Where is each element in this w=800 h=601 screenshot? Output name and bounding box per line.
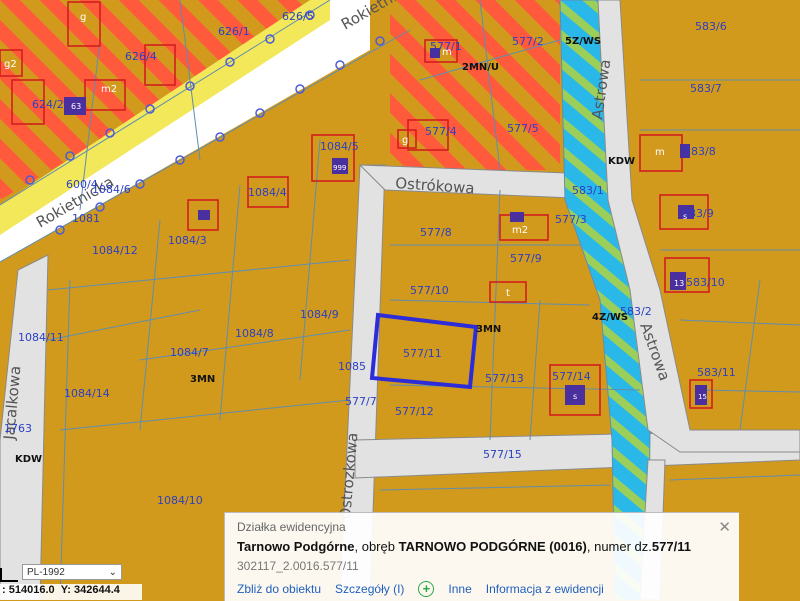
coord-x: 514016.0 <box>8 584 55 596</box>
svg-text:KDW: KDW <box>15 454 42 465</box>
svg-text:15: 15 <box>698 393 707 401</box>
svg-text:1084/4: 1084/4 <box>248 186 287 199</box>
svg-text:577/11: 577/11 <box>403 347 442 360</box>
svg-text:583/1: 583/1 <box>572 184 604 197</box>
svg-text:1085: 1085 <box>338 360 366 373</box>
crs-value: PL-1992 <box>27 566 65 578</box>
other-link[interactable]: Inne <box>448 582 471 596</box>
zoom-to-object-link[interactable]: Zbliż do obiektu <box>237 582 321 596</box>
svg-text:1084/3: 1084/3 <box>168 234 207 247</box>
svg-text:4Z/WS: 4Z/WS <box>592 312 628 323</box>
svg-text:999: 999 <box>333 164 346 172</box>
svg-text:577/14: 577/14 <box>552 370 591 383</box>
popup-precinct: TARNOWO PODGÓRNE (0016) <box>398 539 587 554</box>
svg-text:583/6: 583/6 <box>695 20 727 33</box>
svg-text:1084/11: 1084/11 <box>18 331 64 344</box>
svg-text:626/5: 626/5 <box>282 10 314 23</box>
coord-y-prefix: Y: <box>60 584 74 596</box>
svg-text:577/8: 577/8 <box>420 226 452 239</box>
svg-text:m: m <box>442 47 452 58</box>
map-canvas[interactable]: Rokietnicka Rokietnicka Ostrókowa Astrow… <box>0 0 800 600</box>
svg-text:1081: 1081 <box>72 212 100 225</box>
svg-text:1084/9: 1084/9 <box>300 308 339 321</box>
svg-text:577/15: 577/15 <box>483 448 522 461</box>
coord-y: 342644.4 <box>74 584 120 596</box>
details-link[interactable]: Szczegóły (I) <box>335 582 404 596</box>
svg-text:m2: m2 <box>101 84 117 95</box>
svg-text:1084/6: 1084/6 <box>92 183 131 196</box>
parcel-info-popup: Działka ewidencyjna Tarnowo Podgórne, ob… <box>224 512 739 601</box>
svg-text:1084/12: 1084/12 <box>92 244 138 257</box>
svg-text:s: s <box>573 392 577 401</box>
svg-text:600/4: 600/4 <box>66 178 98 191</box>
svg-text:577/10: 577/10 <box>410 284 449 297</box>
svg-text:5Z/WS: 5Z/WS <box>565 36 601 47</box>
popup-parcel-description: Tarnowo Podgórne, obręb TARNOWO PODGÓRNE… <box>237 539 691 554</box>
registry-info-link[interactable]: Informacja z ewidencji <box>486 582 604 596</box>
svg-text:626/1: 626/1 <box>218 25 250 38</box>
svg-text:583/11: 583/11 <box>697 366 736 379</box>
svg-text:63: 63 <box>71 102 81 111</box>
svg-text:m2: m2 <box>512 225 528 236</box>
coordinate-readout: : 514016.0 Y: 342644.4 <box>0 584 142 600</box>
svg-text:577/4: 577/4 <box>425 125 457 138</box>
svg-text:577/9: 577/9 <box>510 252 542 265</box>
svg-text:g: g <box>80 12 86 23</box>
svg-text:577/13: 577/13 <box>485 372 524 385</box>
plus-icon[interactable]: + <box>418 581 435 597</box>
svg-text:1084/7: 1084/7 <box>170 346 209 359</box>
svg-text:1084/10: 1084/10 <box>157 494 203 507</box>
svg-text:t: t <box>506 288 510 299</box>
popup-number-prefix: , numer dz. <box>586 539 652 554</box>
svg-text:577/12: 577/12 <box>395 405 434 418</box>
svg-text:577/2: 577/2 <box>512 35 544 48</box>
svg-text:1084/8: 1084/8 <box>235 327 274 340</box>
svg-text:s: s <box>683 212 687 221</box>
crs-select[interactable]: PL-1992 ⌄ <box>22 564 122 580</box>
svg-text:2MN/U: 2MN/U <box>462 62 499 73</box>
svg-text:577/3: 577/3 <box>555 213 587 226</box>
svg-text:KDW: KDW <box>608 156 635 167</box>
svg-text:626/4: 626/4 <box>125 50 157 63</box>
scale-bar <box>0 568 18 582</box>
svg-text:583/8: 583/8 <box>684 145 716 158</box>
svg-text:1084/14: 1084/14 <box>64 387 110 400</box>
svg-text:624/2: 624/2 <box>32 98 64 111</box>
svg-text:1763: 1763 <box>4 422 32 435</box>
popup-precinct-prefix: , obręb <box>354 539 399 554</box>
svg-text:m: m <box>655 147 665 158</box>
svg-text:3MN: 3MN <box>476 324 501 335</box>
popup-title: Działka ewidencyjna <box>237 520 346 534</box>
svg-text:583/10: 583/10 <box>686 276 725 289</box>
svg-text:3MN: 3MN <box>190 374 215 385</box>
svg-text:13: 13 <box>674 279 684 288</box>
svg-text:g: g <box>402 135 408 146</box>
chevron-down-icon: ⌄ <box>108 566 117 578</box>
popup-actions: Zbliż do obiektu Szczegóły (I) + Inne In… <box>237 581 604 597</box>
svg-text:577/5: 577/5 <box>507 122 539 135</box>
popup-number: 577/11 <box>651 539 691 554</box>
svg-text:g2: g2 <box>4 59 17 70</box>
svg-text:577/7: 577/7 <box>345 395 377 408</box>
svg-text:1084/5: 1084/5 <box>320 140 359 153</box>
close-icon[interactable]: ✕ <box>718 518 731 536</box>
svg-text:583/7: 583/7 <box>690 82 722 95</box>
popup-parcel-id: 302117_2.0016.577/11 <box>237 559 359 573</box>
popup-place: Tarnowo Podgórne <box>237 539 355 554</box>
coord-x-prefix: : <box>2 584 9 596</box>
